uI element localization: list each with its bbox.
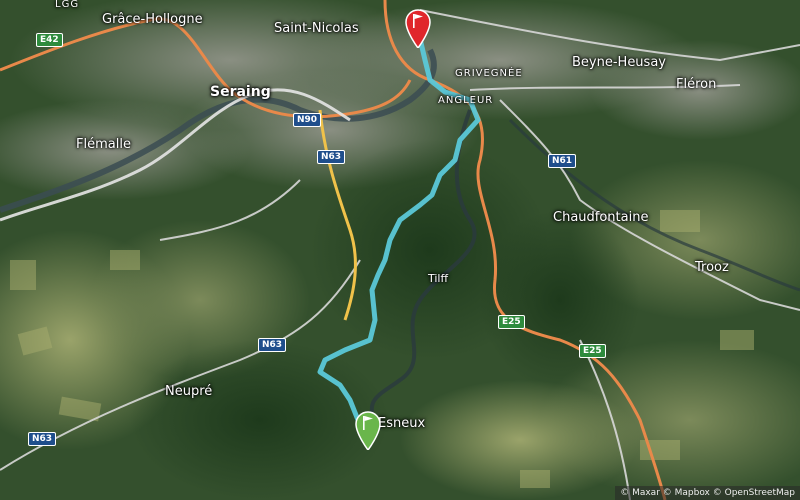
place-label-beyne-heusay: Beyne-Heusay <box>572 55 666 70</box>
road-shield-e25: E25 <box>498 315 525 329</box>
road-shield-n90: N90 <box>293 113 322 127</box>
route-end-marker[interactable] <box>404 8 432 48</box>
place-label-chaudfontaine: Chaudfontaine <box>553 210 649 225</box>
road-shield-n61: N61 <box>548 154 577 168</box>
place-label-trooz: Trooz <box>695 260 729 275</box>
road-shield-n63: N63 <box>317 150 346 164</box>
route-start-marker[interactable] <box>354 410 382 450</box>
place-label-esneux: Esneux <box>378 416 426 431</box>
place-label-lgg: LGG <box>55 0 80 10</box>
place-label-angleur: ANGLEUR <box>438 95 494 106</box>
place-label-fleron: Fléron <box>676 77 717 92</box>
road-shield-e42: E42 <box>36 33 63 47</box>
place-label-seraing: Seraing <box>210 84 271 100</box>
road-shield-n63: N63 <box>258 338 287 352</box>
map-view[interactable]: LGG Grâce-Hollogne Saint-Nicolas GRIVEGN… <box>0 0 800 500</box>
place-label-neupre: Neupré <box>165 384 213 399</box>
place-label-saint-nicolas: Saint-Nicolas <box>274 21 359 36</box>
map-attribution[interactable]: © Maxar © Mapbox © OpenStreetMap <box>615 486 800 500</box>
road-shield-e25: E25 <box>579 344 606 358</box>
place-label-grivegnee: GRIVEGNÉE <box>455 68 523 79</box>
road-shield-n63: N63 <box>28 432 57 446</box>
place-label-tilff: Tilff <box>428 272 449 285</box>
place-label-flemalle: Flémalle <box>76 137 131 152</box>
place-label-grace-hollogne: Grâce-Hollogne <box>102 12 203 27</box>
